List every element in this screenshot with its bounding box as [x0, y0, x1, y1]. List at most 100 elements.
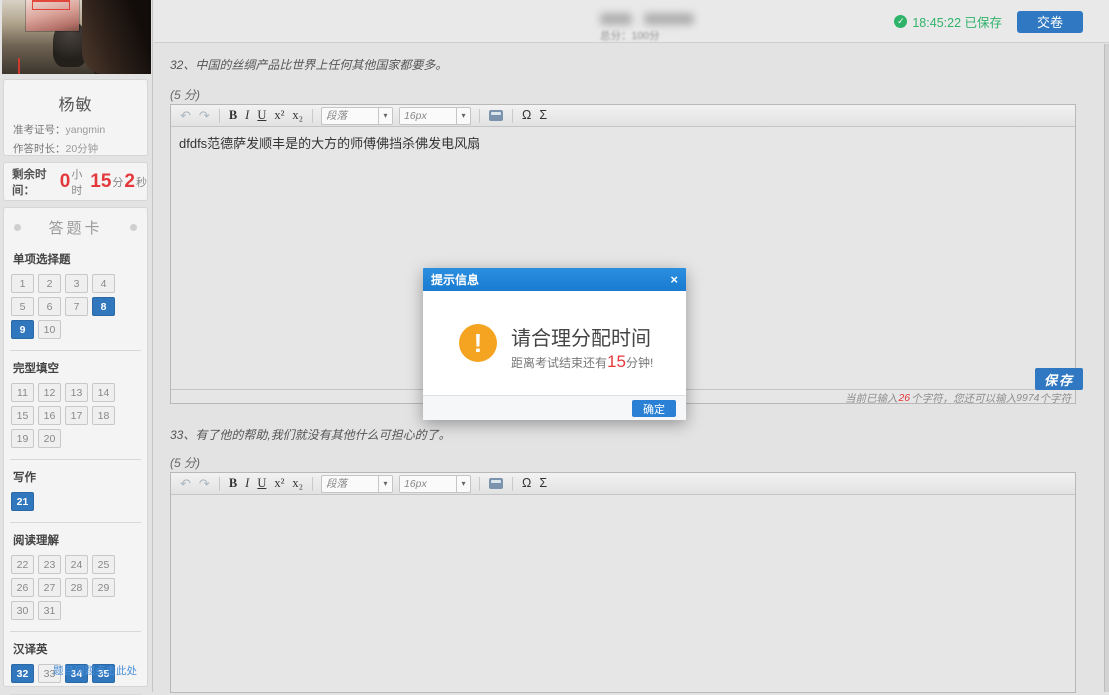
- question-nav-6[interactable]: 6: [38, 297, 61, 316]
- question-32-score: (5 分): [170, 86, 200, 103]
- remaining-minutes: 15: [90, 171, 111, 193]
- question-nav-25[interactable]: 25: [92, 555, 115, 574]
- modal-title: 提示信息: [431, 271, 479, 288]
- question-nav-10[interactable]: 10: [38, 320, 61, 339]
- answer-sheet-card: 答题卡 单项选择题12345678910完型填空1112131415161718…: [3, 207, 148, 687]
- question-nav-4[interactable]: 4: [92, 274, 115, 293]
- section-label: 单项选择题: [4, 251, 147, 267]
- question-nav-18[interactable]: 18: [92, 406, 115, 425]
- insert-media-icon[interactable]: [489, 478, 503, 489]
- toolbar-separator: [312, 109, 313, 123]
- chevron-down-icon[interactable]: ▾: [378, 476, 392, 492]
- formula-sigma-button[interactable]: Σ: [539, 109, 547, 122]
- question-nav-14[interactable]: 14: [92, 383, 115, 402]
- alert-exclamation-icon: !: [459, 324, 497, 362]
- italic-button[interactable]: I: [245, 109, 249, 122]
- undo-icon[interactable]: ↶: [180, 109, 191, 122]
- chevron-down-icon[interactable]: ▾: [456, 108, 470, 124]
- question-nav-9[interactable]: 9: [11, 320, 34, 339]
- question-nav-23[interactable]: 23: [38, 555, 61, 574]
- underline-button[interactable]: U: [257, 477, 266, 490]
- webcam-feed: [2, 0, 151, 74]
- question-nav-12[interactable]: 12: [38, 383, 61, 402]
- close-icon[interactable]: ×: [670, 273, 678, 286]
- formula-sigma-button[interactable]: Σ: [539, 477, 547, 490]
- question-nav-13[interactable]: 13: [65, 383, 88, 402]
- question-nav-26[interactable]: 26: [11, 578, 34, 597]
- special-char-omega-button[interactable]: Ω: [522, 109, 531, 122]
- question-nav-5[interactable]: 5: [11, 297, 34, 316]
- question-nav-31[interactable]: 31: [38, 601, 61, 620]
- question-nav-3[interactable]: 3: [65, 274, 88, 293]
- section-label: 完型填空: [4, 360, 147, 376]
- section-divider: [10, 631, 141, 632]
- chevron-down-icon[interactable]: ▾: [378, 108, 392, 124]
- redo-icon[interactable]: ↷: [199, 477, 210, 490]
- question-nav-19[interactable]: 19: [11, 429, 34, 448]
- question-33-score: (5 分): [170, 454, 200, 471]
- submit-paper-button[interactable]: 交卷: [1017, 11, 1083, 33]
- undo-icon[interactable]: ↶: [180, 477, 191, 490]
- special-char-omega-button[interactable]: Ω: [522, 477, 531, 490]
- font-size-value: 16px: [400, 110, 456, 122]
- bold-button[interactable]: B: [229, 477, 237, 490]
- question-32-title: 32、中国的丝绸产品比世界上任何其他国家都要多。: [170, 56, 447, 73]
- section-label: 汉译英: [4, 641, 147, 657]
- minutes-unit: 分: [112, 174, 123, 190]
- superscript-button[interactable]: x²: [274, 477, 284, 490]
- toolbar-separator: [219, 477, 220, 491]
- question-issue-link[interactable]: 题目问题点击此处: [53, 663, 137, 678]
- question-nav-22[interactable]: 22: [11, 555, 34, 574]
- question-nav-grid: 21: [4, 490, 147, 513]
- answer-textarea-q33[interactable]: [171, 495, 1075, 694]
- modal-header: 提示信息 ×: [423, 268, 686, 291]
- superscript-button[interactable]: x²: [274, 109, 284, 122]
- section-label: 阅读理解: [4, 532, 147, 548]
- insert-media-icon[interactable]: [489, 110, 503, 121]
- question-nav-20[interactable]: 20: [38, 429, 61, 448]
- question-nav-2[interactable]: 2: [38, 274, 61, 293]
- font-size-select[interactable]: 16px▾: [399, 475, 471, 493]
- question-nav-grid: 11121314 15161718 1920: [4, 381, 147, 450]
- question-nav-7[interactable]: 7: [65, 297, 88, 316]
- chevron-down-icon[interactable]: ▾: [456, 476, 470, 492]
- modal-body: ! 请合理分配时间 距离考试结束还有15分钟!: [423, 291, 686, 395]
- question-nav-24[interactable]: 24: [65, 555, 88, 574]
- save-answer-button[interactable]: 保存: [1035, 368, 1083, 390]
- answer-duration-label: 作答时长：: [13, 143, 66, 155]
- answer-duration-row: 作答时长：20分钟: [13, 141, 147, 156]
- question-33-title: 33、有了他的帮助,我们就没有其他什么可担心的了。: [170, 426, 451, 443]
- font-size-select[interactable]: 16px▾: [399, 107, 471, 125]
- remaining-time-label: 剩余时间：: [12, 166, 59, 198]
- question-nav-29[interactable]: 29: [92, 578, 115, 597]
- section-divider: [10, 459, 141, 460]
- question-nav-30[interactable]: 30: [11, 601, 34, 620]
- bold-button[interactable]: B: [229, 109, 237, 122]
- scrollbar-track[interactable]: [1104, 44, 1109, 692]
- question-nav-1[interactable]: 1: [11, 274, 34, 293]
- question-nav-27[interactable]: 27: [38, 578, 61, 597]
- seconds-unit: 秒: [136, 174, 147, 190]
- ok-button[interactable]: 确定: [632, 400, 676, 417]
- question-nav-15[interactable]: 15: [11, 406, 34, 425]
- subscript-button[interactable]: x₂: [292, 109, 303, 122]
- question-nav-28[interactable]: 28: [65, 578, 88, 597]
- paragraph-format-select[interactable]: 段落▾: [321, 475, 393, 493]
- paragraph-format-select[interactable]: 段落▾: [321, 107, 393, 125]
- question-nav-21[interactable]: 21: [11, 492, 34, 511]
- redo-icon[interactable]: ↷: [199, 109, 210, 122]
- question-nav-8[interactable]: 8: [92, 297, 115, 316]
- countdown-minutes: 15: [607, 352, 626, 371]
- toolbar-separator: [479, 477, 480, 491]
- char-count-prefix: 当前已输入: [845, 391, 898, 406]
- question-nav-32[interactable]: 32: [11, 664, 34, 683]
- question-nav-16[interactable]: 16: [38, 406, 61, 425]
- sidebar: 杨敏 准考证号：yangmin 作答时长：20分钟 剩余时间： 0 小时 15 …: [0, 0, 153, 692]
- char-remaining-value: 9974: [1016, 392, 1039, 404]
- subscript-button[interactable]: x₂: [292, 477, 303, 490]
- question-nav-11[interactable]: 11: [11, 383, 34, 402]
- toolbar-separator: [312, 477, 313, 491]
- italic-button[interactable]: I: [245, 477, 249, 490]
- question-nav-17[interactable]: 17: [65, 406, 88, 425]
- underline-button[interactable]: U: [257, 109, 266, 122]
